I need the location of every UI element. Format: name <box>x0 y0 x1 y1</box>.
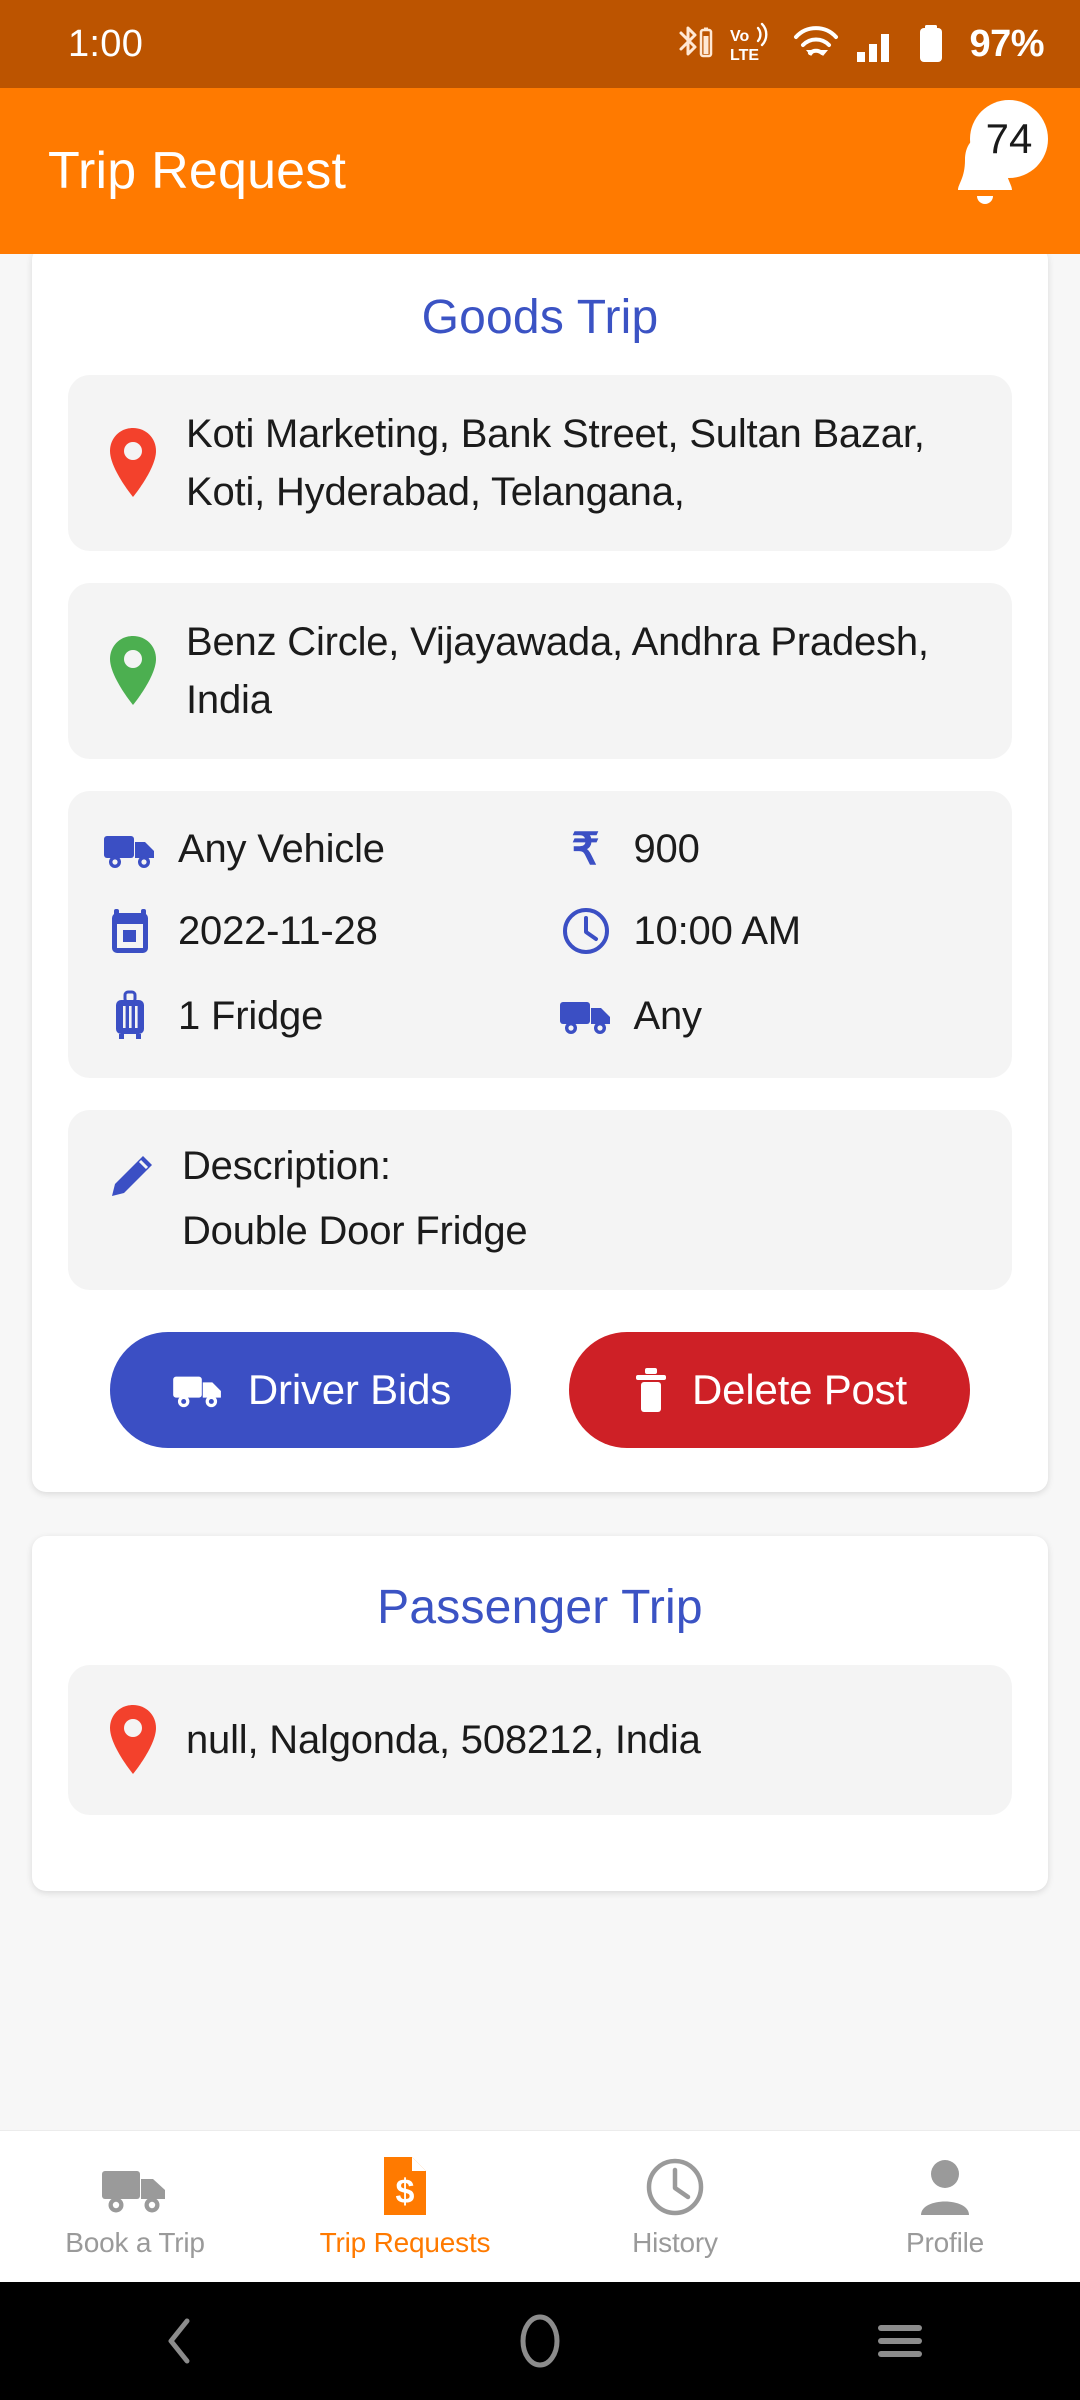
rupee-icon: ₹ <box>571 824 600 874</box>
clock-icon <box>558 906 614 956</box>
phone-screen: 1:00 Vo LTE 97% Trip Request 74 Goods Tr… <box>0 0 1080 2400</box>
nav-label: History <box>632 2226 718 2258</box>
detail-goods-value: 1 Fridge <box>178 993 324 1038</box>
pickup-address-row[interactable]: Koti Marketing, Bank Street, Sultan Baza… <box>68 375 1012 551</box>
detail-row-goods-type: 1 Fridge Any <box>102 990 978 1042</box>
chevron-left-icon <box>168 2318 190 2364</box>
volte-icon: Vo LTE <box>730 22 768 64</box>
detail-row-vehicle-price: Any Vehicle ₹ 900 <box>102 827 978 872</box>
detail-vehicle: Any Vehicle <box>102 827 558 872</box>
pickup-pin-icon <box>102 1702 164 1778</box>
truck-icon <box>102 828 158 872</box>
android-navigation-bar <box>0 2282 1080 2400</box>
description-body: Description: Double Door Fridge <box>182 1144 528 1254</box>
detail-row-date-time: 2022-11-28 10:00 AM <box>102 906 978 956</box>
invoice-icon: $ <box>378 2155 432 2217</box>
truck-icon <box>99 2155 171 2217</box>
description-label: Description: <box>182 1144 391 1188</box>
battery-percent: 97% <box>969 22 1044 65</box>
pencil-icon <box>102 1144 160 1202</box>
detail-vehicle-type: Any <box>558 994 978 1039</box>
status-time: 1:00 <box>68 22 144 65</box>
description-panel: Description: Double Door Fridge <box>68 1110 1012 1290</box>
nav-item-book-a-trip[interactable]: Book a Trip <box>0 2155 270 2259</box>
driver-bids-label: Driver Bids <box>247 1366 452 1413</box>
trip-card-passenger[interactable]: Passenger Trip null, Nalgonda, 508212, I… <box>32 1536 1048 1891</box>
description-text: Double Door Fridge <box>182 1209 528 1253</box>
app-bar: Trip Request 74 <box>0 88 1080 254</box>
trip-actions: Driver Bids Delete Post <box>68 1332 1012 1448</box>
menu-icon <box>878 2325 922 2357</box>
home-button[interactable] <box>360 2310 720 2372</box>
status-icons: Vo LTE 97% <box>674 22 1044 66</box>
svg-text:Vo: Vo <box>730 28 749 45</box>
pickup-address-text: null, Nalgonda, 508212, India <box>186 1718 701 1762</box>
trash-icon <box>636 1368 667 1412</box>
nav-item-history[interactable]: History <box>540 2155 810 2259</box>
dropoff-pin-icon <box>102 633 164 709</box>
pickup-address-text: Koti Marketing, Bank Street, Sultan Baza… <box>186 412 925 514</box>
circle-icon <box>520 2314 560 2368</box>
nav-item-trip-requests[interactable]: $ Trip Requests <box>270 2155 540 2259</box>
nav-item-profile[interactable]: Profile <box>810 2155 1080 2259</box>
battery-icon <box>920 25 943 62</box>
detail-date-value: 2022-11-28 <box>178 908 378 953</box>
trip-list[interactable]: Goods Trip Koti Marketing, Bank Street, … <box>0 254 1080 2130</box>
clock-icon <box>645 2155 705 2217</box>
bottom-navigation: Book a Trip $ Trip Requests History Prof… <box>0 2130 1080 2282</box>
detail-time: 10:00 AM <box>558 906 978 956</box>
nav-label: Profile <box>906 2226 984 2258</box>
nav-label: Book a Trip <box>65 2226 205 2258</box>
notification-button[interactable]: 74 <box>930 100 1048 226</box>
svg-text:LTE: LTE <box>730 47 759 64</box>
bluetooth-icon <box>679 26 713 58</box>
trip-details-panel: Any Vehicle ₹ 900 2022-11-28 10:00 AM 1 … <box>68 791 1012 1078</box>
page-title: Trip Request <box>48 142 347 200</box>
recents-button[interactable] <box>720 2317 1080 2365</box>
trip-card-title: Goods Trip <box>421 291 659 344</box>
detail-date: 2022-11-28 <box>102 906 558 956</box>
dropoff-address-text: Benz Circle, Vijayawada, Andhra Pradesh,… <box>186 620 929 722</box>
luggage-icon <box>102 990 158 1042</box>
truck-icon <box>558 994 614 1038</box>
back-button[interactable] <box>0 2311 360 2371</box>
notification-badge: 74 <box>970 100 1048 178</box>
pickup-address-row[interactable]: null, Nalgonda, 508212, India <box>68 1665 1012 1815</box>
truck-icon <box>173 1376 221 1408</box>
nav-label: Trip Requests <box>319 2226 491 2258</box>
pickup-pin-icon <box>102 425 164 501</box>
detail-vehicle-value: Any Vehicle <box>178 827 385 871</box>
detail-vehicle-type-value: Any <box>633 993 703 1038</box>
detail-time-value: 10:00 AM <box>633 908 802 953</box>
person-icon <box>916 2155 974 2217</box>
trip-card-goods[interactable]: Goods Trip Koti Marketing, Bank Street, … <box>32 254 1048 1492</box>
calendar-icon <box>102 906 158 956</box>
detail-goods: 1 Fridge <box>102 990 558 1042</box>
driver-bids-button[interactable]: Driver Bids <box>110 1332 511 1448</box>
trip-card-title: Passenger Trip <box>377 1581 703 1634</box>
delete-post-button[interactable]: Delete Post <box>569 1332 970 1448</box>
detail-price: ₹ 900 <box>558 827 978 872</box>
svg-text:$: $ <box>396 2173 415 2211</box>
signal-icon <box>857 34 890 62</box>
delete-post-label: Delete Post <box>692 1366 907 1413</box>
detail-price-value: 900 <box>633 827 700 871</box>
dropoff-address-row[interactable]: Benz Circle, Vijayawada, Andhra Pradesh,… <box>68 583 1012 759</box>
wifi-icon <box>794 26 839 56</box>
status-bar: 1:00 Vo LTE 97% <box>0 0 1080 88</box>
